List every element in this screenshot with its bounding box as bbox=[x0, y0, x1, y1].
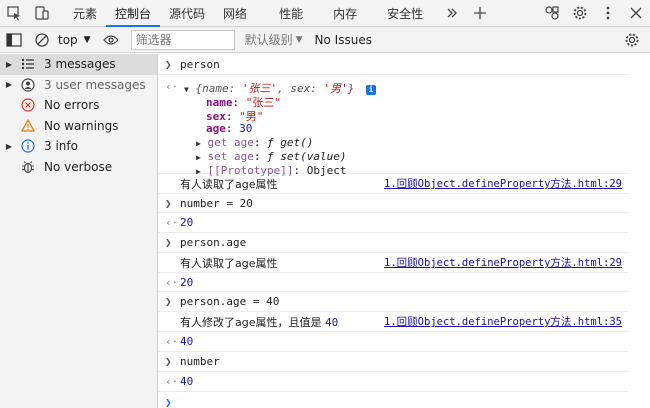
input-expression: number = 20 bbox=[180, 196, 253, 210]
console-toolbar: top ▼ 默认级别 ▼ No Issues bbox=[0, 27, 650, 53]
context-selector[interactable]: top ▼ bbox=[58, 33, 91, 47]
output-return-icon: ‹· bbox=[165, 335, 179, 348]
tab-network[interactable]: 网络 bbox=[214, 0, 256, 27]
issues-button[interactable]: No Issues bbox=[315, 33, 372, 47]
sidebar-item-messages[interactable]: ▶ 3 messages bbox=[0, 54, 157, 75]
tab-console[interactable]: 控制台 bbox=[106, 0, 161, 27]
console-input-row[interactable]: ❯ number = 20 bbox=[158, 194, 628, 213]
device-toolbar-icon[interactable] bbox=[28, 0, 56, 27]
source-link[interactable]: 1.回顾Object.defineProperty方法.html:35 bbox=[384, 314, 622, 329]
output-return-icon: ‹· bbox=[165, 275, 179, 289]
prompt-caret-icon: ❯ bbox=[165, 395, 172, 408]
log-message: 有人读取了age属性 bbox=[180, 177, 278, 191]
console-settings-gear-icon[interactable] bbox=[618, 26, 646, 53]
log-levels-dropdown[interactable]: 默认级别 ▼ bbox=[245, 31, 303, 48]
close-icon[interactable] bbox=[622, 0, 650, 27]
log-message: 有人读取了age属性 bbox=[180, 256, 278, 270]
expand-triangle-icon: ▶ bbox=[196, 153, 201, 162]
error-icon bbox=[18, 97, 38, 113]
sidebar-item-warnings[interactable]: No warnings bbox=[0, 116, 157, 137]
output-return-icon: ‹· bbox=[165, 80, 179, 93]
sidebar-item-label: No warnings bbox=[44, 118, 119, 133]
console-input-row[interactable]: ❯ person bbox=[158, 54, 628, 75]
result-value: 40 bbox=[180, 335, 194, 348]
console-input-row[interactable]: ❯ person.age = 40 bbox=[158, 292, 628, 312]
input-expression: person bbox=[180, 57, 220, 71]
console-result-row[interactable]: ‹· 40 bbox=[158, 372, 628, 392]
input-prompt-icon: ❯ bbox=[165, 236, 172, 249]
input-prompt-icon: ❯ bbox=[165, 196, 172, 210]
settings-gear-icon[interactable] bbox=[566, 0, 594, 27]
more-options-icon[interactable] bbox=[594, 0, 622, 27]
more-tabs-icon[interactable] bbox=[438, 0, 466, 27]
source-link[interactable]: 1.回顾Object.defineProperty方法.html:29 bbox=[384, 255, 622, 270]
sidebar-item-info[interactable]: ▶ 3 info bbox=[0, 136, 157, 157]
object-output-row[interactable]: ‹· ▼ {name: '张三', sex: '男'} i name: "张三"… bbox=[158, 75, 628, 177]
result-value: 40 bbox=[180, 375, 194, 388]
input-prompt-icon: ❯ bbox=[165, 295, 172, 308]
filter-input[interactable] bbox=[130, 29, 235, 50]
chevron-down-icon: ▼ bbox=[295, 34, 303, 45]
output-return-icon: ‹· bbox=[165, 375, 179, 388]
input-prompt-icon: ❯ bbox=[165, 57, 172, 71]
console-prompt[interactable]: ❯ bbox=[158, 392, 628, 408]
tab-sources[interactable]: 源代码 bbox=[160, 0, 214, 27]
console-log-row[interactable]: 有人读取了age属性 1.回顾Object.defineProperty方法.h… bbox=[158, 253, 628, 273]
inspect-element-icon[interactable] bbox=[0, 0, 28, 27]
tab-elements[interactable]: 元素 bbox=[64, 0, 106, 27]
tab-security[interactable]: 安全性 bbox=[378, 0, 432, 27]
bug-icon bbox=[18, 159, 38, 175]
dropdown-arrow-icon: ▼ bbox=[83, 34, 91, 45]
log-message: 有人修改了age属性，且值是 40 bbox=[180, 315, 339, 329]
source-link[interactable]: 1.回顾Object.defineProperty方法.html:29 bbox=[384, 176, 622, 191]
warning-icon bbox=[18, 118, 38, 134]
console-output[interactable]: ❯ person ‹· ▼ {name: '张三', sex: '男'} i n… bbox=[158, 54, 650, 408]
output-return-icon: ‹· bbox=[165, 216, 179, 229]
sidebar-item-verbose[interactable]: No verbose bbox=[0, 157, 157, 178]
connection-icon[interactable] bbox=[538, 0, 566, 27]
property-setter-age[interactable]: ▶ set age: ƒ set(value) bbox=[196, 150, 347, 163]
tab-performance[interactable]: 性能 bbox=[270, 0, 312, 27]
input-prompt-icon: ❯ bbox=[165, 355, 172, 368]
sidebar-item-errors[interactable]: No errors bbox=[0, 95, 157, 116]
console-log-row[interactable]: 有人读取了age属性 1.回顾Object.defineProperty方法.h… bbox=[158, 174, 628, 194]
input-expression: person.age bbox=[180, 236, 247, 249]
tab-memory[interactable]: 内存 bbox=[324, 0, 366, 27]
sidebar-item-label: 3 messages bbox=[44, 57, 116, 72]
expand-caret-icon[interactable]: ▶ bbox=[0, 80, 18, 89]
value-info-icon[interactable]: i bbox=[365, 85, 376, 95]
context-label: top bbox=[58, 32, 78, 47]
sidebar-item-label: 3 info bbox=[44, 139, 78, 154]
result-value: 20 bbox=[180, 216, 194, 229]
result-value: 20 bbox=[180, 275, 194, 289]
sidebar-toggle-icon[interactable] bbox=[0, 26, 28, 53]
console-sidebar: ▶ 3 messages ▶ 3 user messages No errors… bbox=[0, 54, 158, 408]
console-result-row[interactable]: ‹· 40 bbox=[158, 332, 628, 352]
console-input-row[interactable]: ❯ number bbox=[158, 352, 628, 372]
input-expression: number bbox=[180, 355, 220, 368]
expand-triangle-icon: ▶ bbox=[196, 139, 201, 148]
live-expression-eye-icon[interactable] bbox=[97, 26, 125, 53]
collapse-triangle-icon[interactable]: ▼ bbox=[184, 85, 189, 94]
property-age: age: 30 bbox=[206, 122, 253, 135]
log-levels-label: 默认级别 bbox=[244, 33, 293, 47]
expand-caret-icon[interactable]: ▶ bbox=[0, 60, 18, 69]
info-icon bbox=[18, 138, 38, 154]
sidebar-item-label: No verbose bbox=[44, 159, 113, 174]
console-result-row[interactable]: ‹· 20 bbox=[158, 213, 628, 233]
list-icon bbox=[18, 56, 38, 72]
console-log-row[interactable]: 有人修改了age属性，且值是 40 1.回顾Object.definePrope… bbox=[158, 312, 628, 332]
sidebar-item-user-messages[interactable]: ▶ 3 user messages bbox=[0, 75, 157, 96]
clear-console-icon[interactable] bbox=[28, 26, 56, 53]
sidebar-item-label: No errors bbox=[44, 98, 100, 113]
user-icon bbox=[18, 77, 38, 93]
console-input-row[interactable]: ❯ person.age bbox=[158, 233, 628, 253]
console-result-row[interactable]: ‹· 20 bbox=[158, 273, 628, 292]
expand-caret-icon[interactable]: ▶ bbox=[0, 142, 18, 151]
add-tab-icon[interactable] bbox=[466, 0, 494, 27]
input-expression: person.age = 40 bbox=[180, 295, 280, 308]
sidebar-item-label: 3 user messages bbox=[44, 77, 146, 92]
devtools-tab-bar: 元素 控制台 源代码 网络 性能 内存 安全性 bbox=[0, 0, 650, 27]
property-getter-age[interactable]: ▶ get age: ƒ get() bbox=[196, 136, 313, 149]
